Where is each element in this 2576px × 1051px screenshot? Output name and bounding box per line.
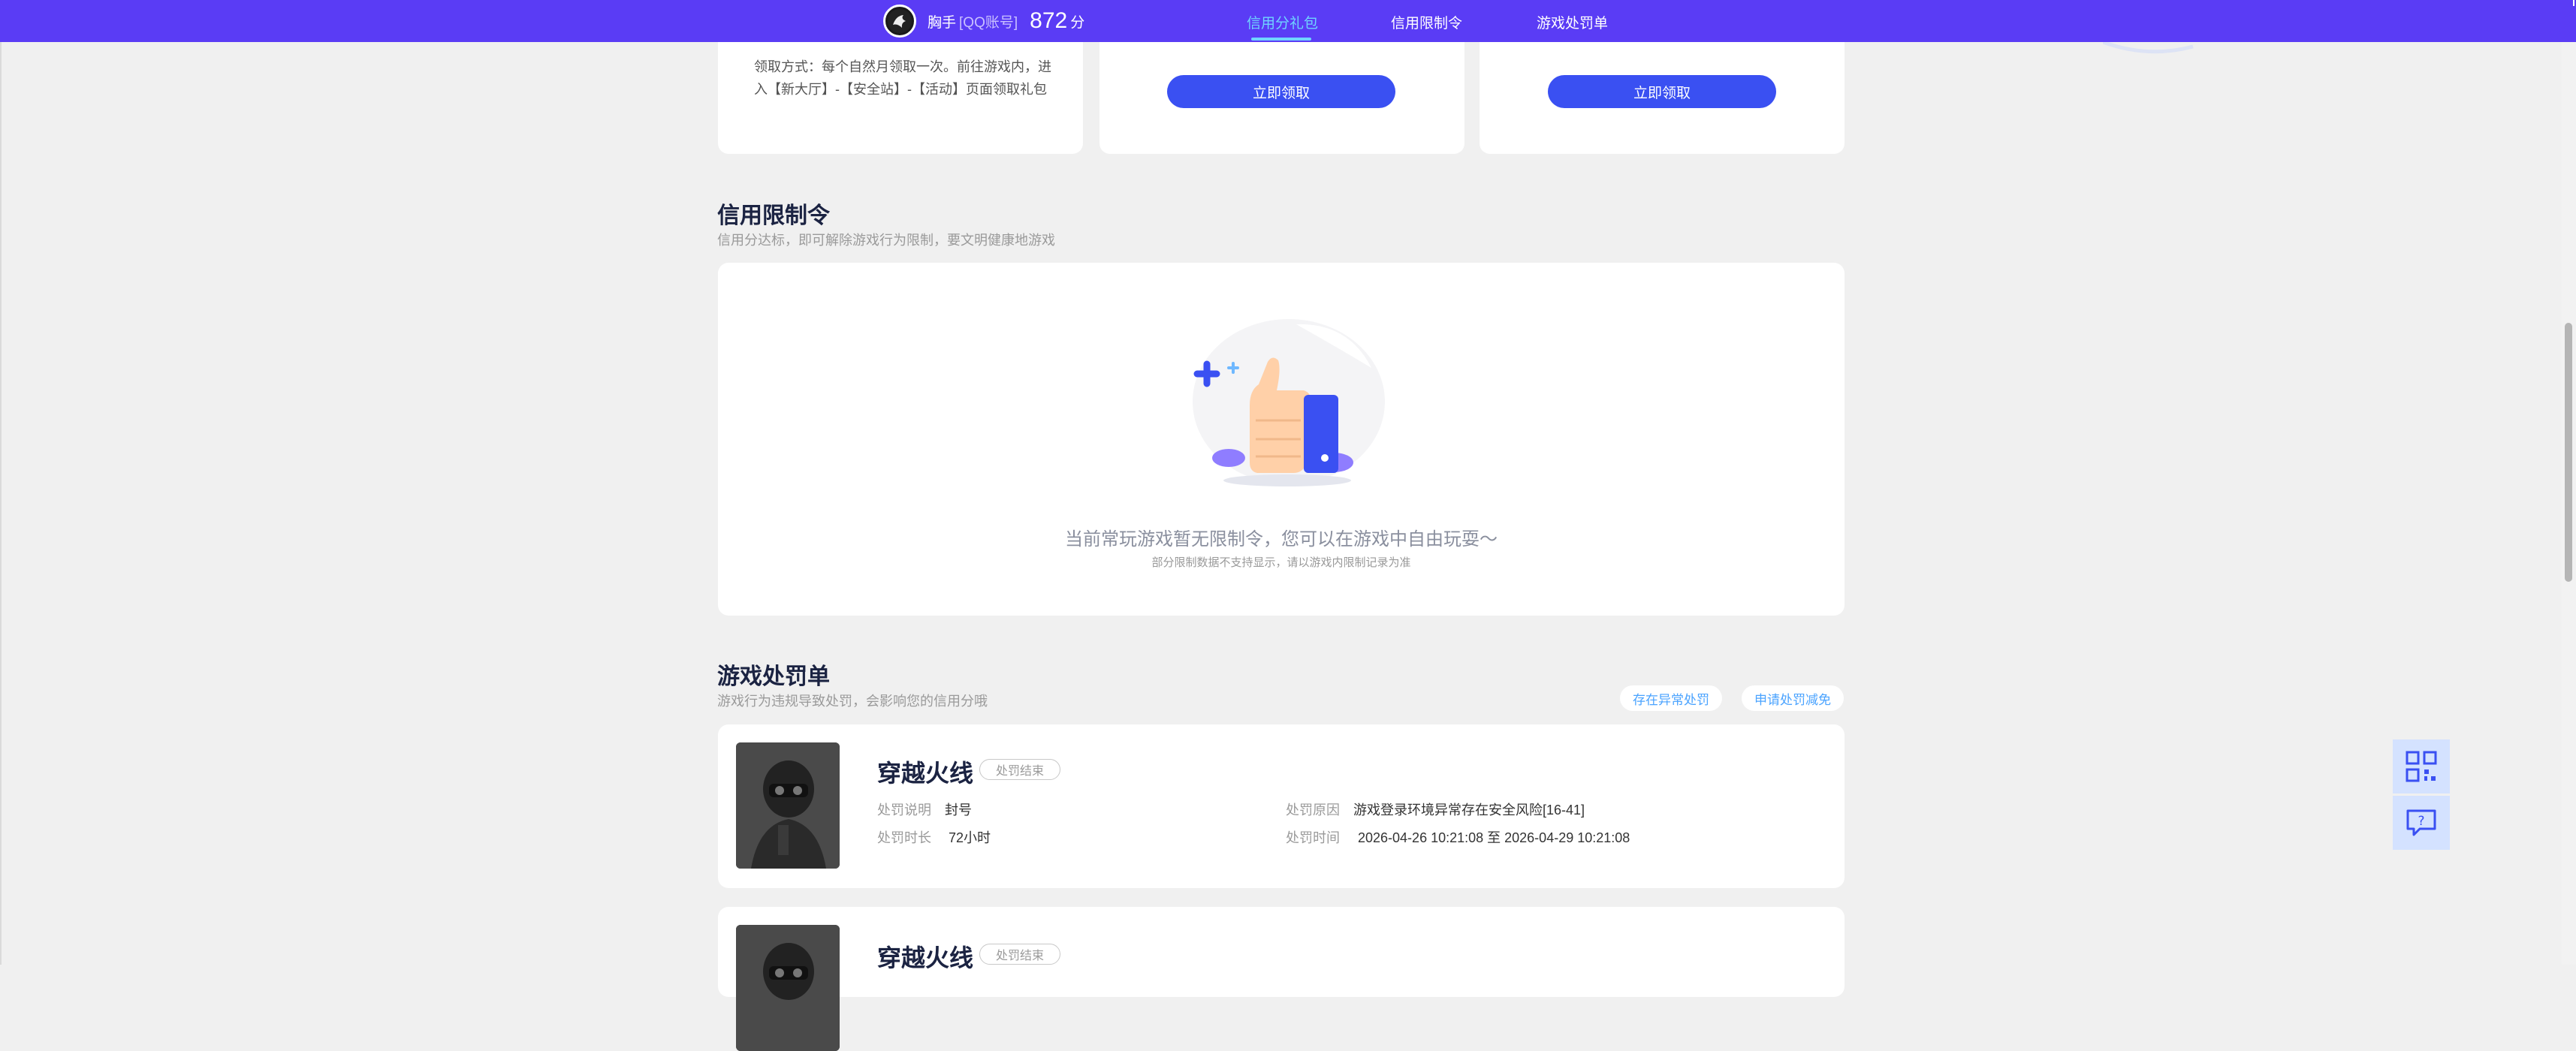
avatar[interactable] [883,5,916,38]
abnormal-penalty-button[interactable]: 存在异常处罚 [1620,685,1722,711]
qr-code-icon [2406,751,2437,782]
gift-card-3: 立即领取 [1480,30,1845,154]
account-type: [QQ账号] [959,14,1018,31]
claim-button[interactable]: 立即领取 [1167,75,1395,108]
credit-score: 872 [1030,8,1068,33]
score-unit: 分 [1070,14,1085,31]
svg-text:?: ? [2418,814,2424,829]
tab-game-penalty[interactable]: 游戏处罚单 [1537,12,1608,32]
restriction-subtitle: 信用分达标，即可解除游戏行为限制，要文明健康地游戏 [717,233,1055,248]
thumbs-up-icon [1193,319,1385,486]
penalty-subtitle: 游戏行为违规导致处罚，会影响您的信用分哦 [717,694,988,709]
restriction-empty-card: 当前常玩游戏暂无限制令，您可以在游戏中自由玩耍～ 部分限制数据不支持显示，请以游… [718,263,1845,616]
penalty-desc-label: 处罚说明 [877,803,931,818]
scrollbar-thumb[interactable] [2565,323,2572,582]
penalty-item: 穿越火线 处罚结束 [718,907,1845,1051]
game-name: 穿越火线 [877,760,974,787]
penalty-item: 穿越火线 处罚结束 处罚说明 封号 处罚时长 72小时 处罚原因 游戏登录环境异… [718,724,1845,888]
avatar-icon [888,9,912,33]
restriction-title: 信用限制令 [717,203,830,228]
penalty-time-label: 处罚时间 [1286,830,1340,845]
top-nav-bar: 胸手 [QQ账号] 872 分 信用分礼包 信用限制令 游戏处罚单 [0,0,2576,42]
decorative-curve [2103,42,2194,54]
gift-card-claim-info: 领取方式：每个自然月领取一次。前往游戏内，进入【新大厅】-【安全站】-【活动】页… [718,30,1083,154]
active-tab-indicator [1251,38,1311,41]
penalty-reduction-button[interactable]: 申请处罚减免 [1742,685,1844,711]
nickname: 胸手 [928,14,957,31]
empty-state-note: 部分限制数据不支持显示，请以游戏内限制记录为准 [1151,556,1411,569]
feedback-button[interactable]: ? [2393,796,2450,850]
tab-credit-restriction[interactable]: 信用限制令 [1391,12,1462,32]
penalty-duration-value: 72小时 [949,830,991,845]
window-corner-mark [2571,0,2576,8]
status-badge: 处罚结束 [979,944,1060,965]
gift-card-2: 立即领取 [1099,30,1464,154]
penalty-time-value: 2026-04-26 10:21:08 至 2026-04-29 10:21:0… [1358,830,1630,845]
soldier-icon [736,742,840,869]
qr-code-button[interactable] [2393,739,2450,794]
game-name: 穿越火线 [877,944,974,971]
user-info: 胸手 [QQ账号] 872 分 [883,5,1084,38]
feedback-icon: ? [2406,809,2436,836]
tab-credit-gift[interactable]: 信用分礼包 [1247,12,1318,32]
left-border [0,42,2,965]
game-thumbnail [736,742,840,869]
soldier-icon [736,925,840,1051]
penalty-duration-label: 处罚时长 [877,830,931,845]
penalty-title: 游戏处罚单 [717,664,830,689]
penalty-reason-value: 游戏登录环境异常存在安全风险[16-41] [1353,803,1585,818]
claim-method-text: 领取方式：每个自然月领取一次。前往游戏内，进入【新大厅】-【安全站】-【活动】页… [754,59,1051,97]
claim-button[interactable]: 立即领取 [1548,75,1776,108]
game-thumbnail [736,925,840,1051]
penalty-desc-value: 封号 [945,803,972,818]
empty-state-message: 当前常玩游戏暂无限制令，您可以在游戏中自由玩耍～ [1065,529,1498,550]
penalty-reason-label: 处罚原因 [1286,803,1340,818]
status-badge: 处罚结束 [979,759,1060,780]
